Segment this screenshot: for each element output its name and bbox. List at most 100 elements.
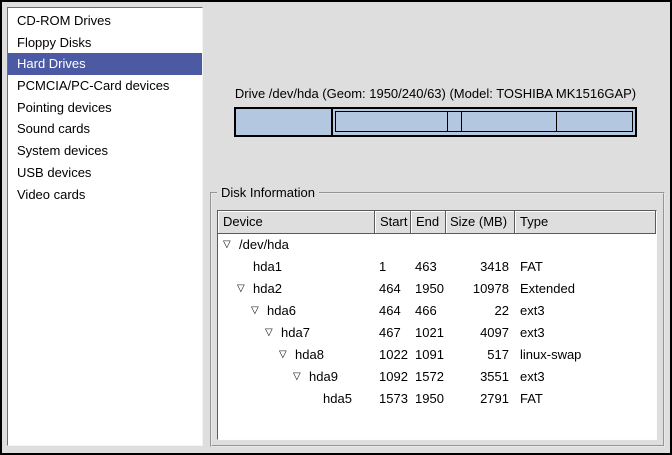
start-cell: 467 [375,322,411,344]
sidebar-item[interactable]: PCMCIA/PC-Card devices [8,75,202,97]
tree-indent [223,289,237,290]
type-cell: ext3 [515,322,656,344]
table-row[interactable]: hda1 1 463 3418 FAT [218,256,656,278]
start-cell: 1022 [375,344,411,366]
end-cell: 1950 [411,388,446,410]
disk-table-header: Device Start End Size (MB) Type [218,211,656,234]
end-cell: 463 [411,256,446,278]
device-cell-label: hda7 [281,322,310,344]
table-row[interactable]: ▽ /dev/hda [218,234,656,256]
sidebar-item[interactable]: Sound cards [8,118,202,140]
device-cell: ▽ hda7 [218,322,375,344]
disk-table: Device Start End Size (MB) Type ▽ /dev/h… [217,210,657,440]
sidebar-item[interactable]: USB devices [8,162,202,184]
expander-icon[interactable]: ▽ [279,344,295,366]
disk-table-body: ▽ /dev/hda hda1 1 463 3418 FAT ▽ hda2 46… [218,234,656,410]
sidebar-item[interactable]: Pointing devices [8,97,202,119]
size-cell: 3551 [446,366,515,388]
device-cell-label: hda6 [267,300,296,322]
start-cell: 1092 [375,366,411,388]
hardware-browser-window: CD-ROM Drives Floppy Disks Hard Drives P… [0,0,672,455]
type-cell: linux-swap [515,344,656,366]
expander-icon[interactable]: ▽ [237,278,253,300]
device-cell: ▽ hda9 [218,366,375,388]
device-cell: hda5 [218,388,375,410]
device-cell: ▽ hda8 [218,344,375,366]
partition-bar [234,107,637,137]
size-cell: 4097 [446,322,515,344]
size-cell: 517 [446,344,515,366]
table-row[interactable]: ▽ hda8 1022 1091 517 linux-swap [218,344,656,366]
sidebar-item-label: CD-ROM Drives [17,13,111,28]
table-row[interactable]: ▽ hda6 464 466 22 ext3 [218,300,656,322]
column-header-end[interactable]: End [411,211,446,234]
start-cell: 1573 [375,388,411,410]
column-header-start[interactable]: Start [375,211,411,234]
size-cell: 22 [446,300,515,322]
end-cell: 1091 [411,344,446,366]
sidebar-item-label: System devices [17,143,108,158]
size-cell: 10978 [446,278,515,300]
tree-indent [223,267,237,268]
device-cell: ▽ /dev/hda [218,234,375,256]
sidebar-item-label: USB devices [17,165,91,180]
end-cell: 1021 [411,322,446,344]
end-cell [411,234,446,256]
column-header-device[interactable]: Device [218,211,375,234]
sidebar-item[interactable]: Hard Drives [8,53,202,75]
device-cell-label: /dev/hda [239,234,289,256]
expander-icon[interactable]: ▽ [251,300,267,322]
expander-icon[interactable]: ▽ [265,322,281,344]
table-row[interactable]: hda5 1573 1950 2791 FAT [218,388,656,410]
column-header-type[interactable]: Type [515,211,656,234]
type-cell: FAT [515,388,656,410]
device-cell: ▽ hda6 [218,300,375,322]
expander-icon[interactable]: ▽ [293,366,309,388]
sidebar-item[interactable]: System devices [8,140,202,162]
end-cell: 466 [411,300,446,322]
expander-icon[interactable]: ▽ [223,234,239,256]
start-cell [375,234,411,256]
type-cell: ext3 [515,300,656,322]
sidebar-item-label: Video cards [17,187,85,202]
logical-partition-divider [461,112,462,131]
tree-indent [223,355,279,356]
device-cell-label: hda8 [295,344,324,366]
column-header-size[interactable]: Size (MB) [446,211,515,234]
primary-partition-divider [331,109,333,135]
device-cell-label: hda9 [309,366,338,388]
tree-indent [223,377,293,378]
extended-partition-box [335,111,633,132]
disk-information-label: Disk Information [217,185,319,200]
logical-partition-divider [447,112,448,131]
drive-info-label: Drive /dev/hda (Geom: 1950/240/63) (Mode… [232,86,639,101]
sidebar-item[interactable]: Video cards [8,184,202,206]
device-cell: ▽ hda2 [218,278,375,300]
size-cell [446,234,515,256]
device-cell-label: hda5 [323,388,352,410]
sidebar-item-label: Sound cards [17,121,90,136]
type-cell: FAT [515,256,656,278]
start-cell: 1 [375,256,411,278]
size-cell: 2791 [446,388,515,410]
device-category-list[interactable]: CD-ROM Drives Floppy Disks Hard Drives P… [7,7,203,446]
logical-partition-divider [556,112,557,131]
sidebar-item[interactable]: Floppy Disks [8,32,202,54]
table-row[interactable]: ▽ hda7 467 1021 4097 ext3 [218,322,656,344]
tree-indent [223,399,307,400]
table-row[interactable]: ▽ hda9 1092 1572 3551 ext3 [218,366,656,388]
table-row[interactable]: ▽ hda2 464 1950 10978 Extended [218,278,656,300]
disk-information-group: Disk Information Device Start End Size (… [210,192,665,447]
end-cell: 1950 [411,278,446,300]
sidebar-item-label: PCMCIA/PC-Card devices [17,78,169,93]
start-cell: 464 [375,300,411,322]
device-cell-label: hda1 [253,256,282,278]
sidebar-item-label: Pointing devices [17,100,112,115]
type-cell: Extended [515,278,656,300]
type-cell: ext3 [515,366,656,388]
sidebar-item-label: Floppy Disks [17,35,91,50]
device-cell: hda1 [218,256,375,278]
start-cell: 464 [375,278,411,300]
type-cell [515,234,656,256]
sidebar-item[interactable]: CD-ROM Drives [8,10,202,32]
